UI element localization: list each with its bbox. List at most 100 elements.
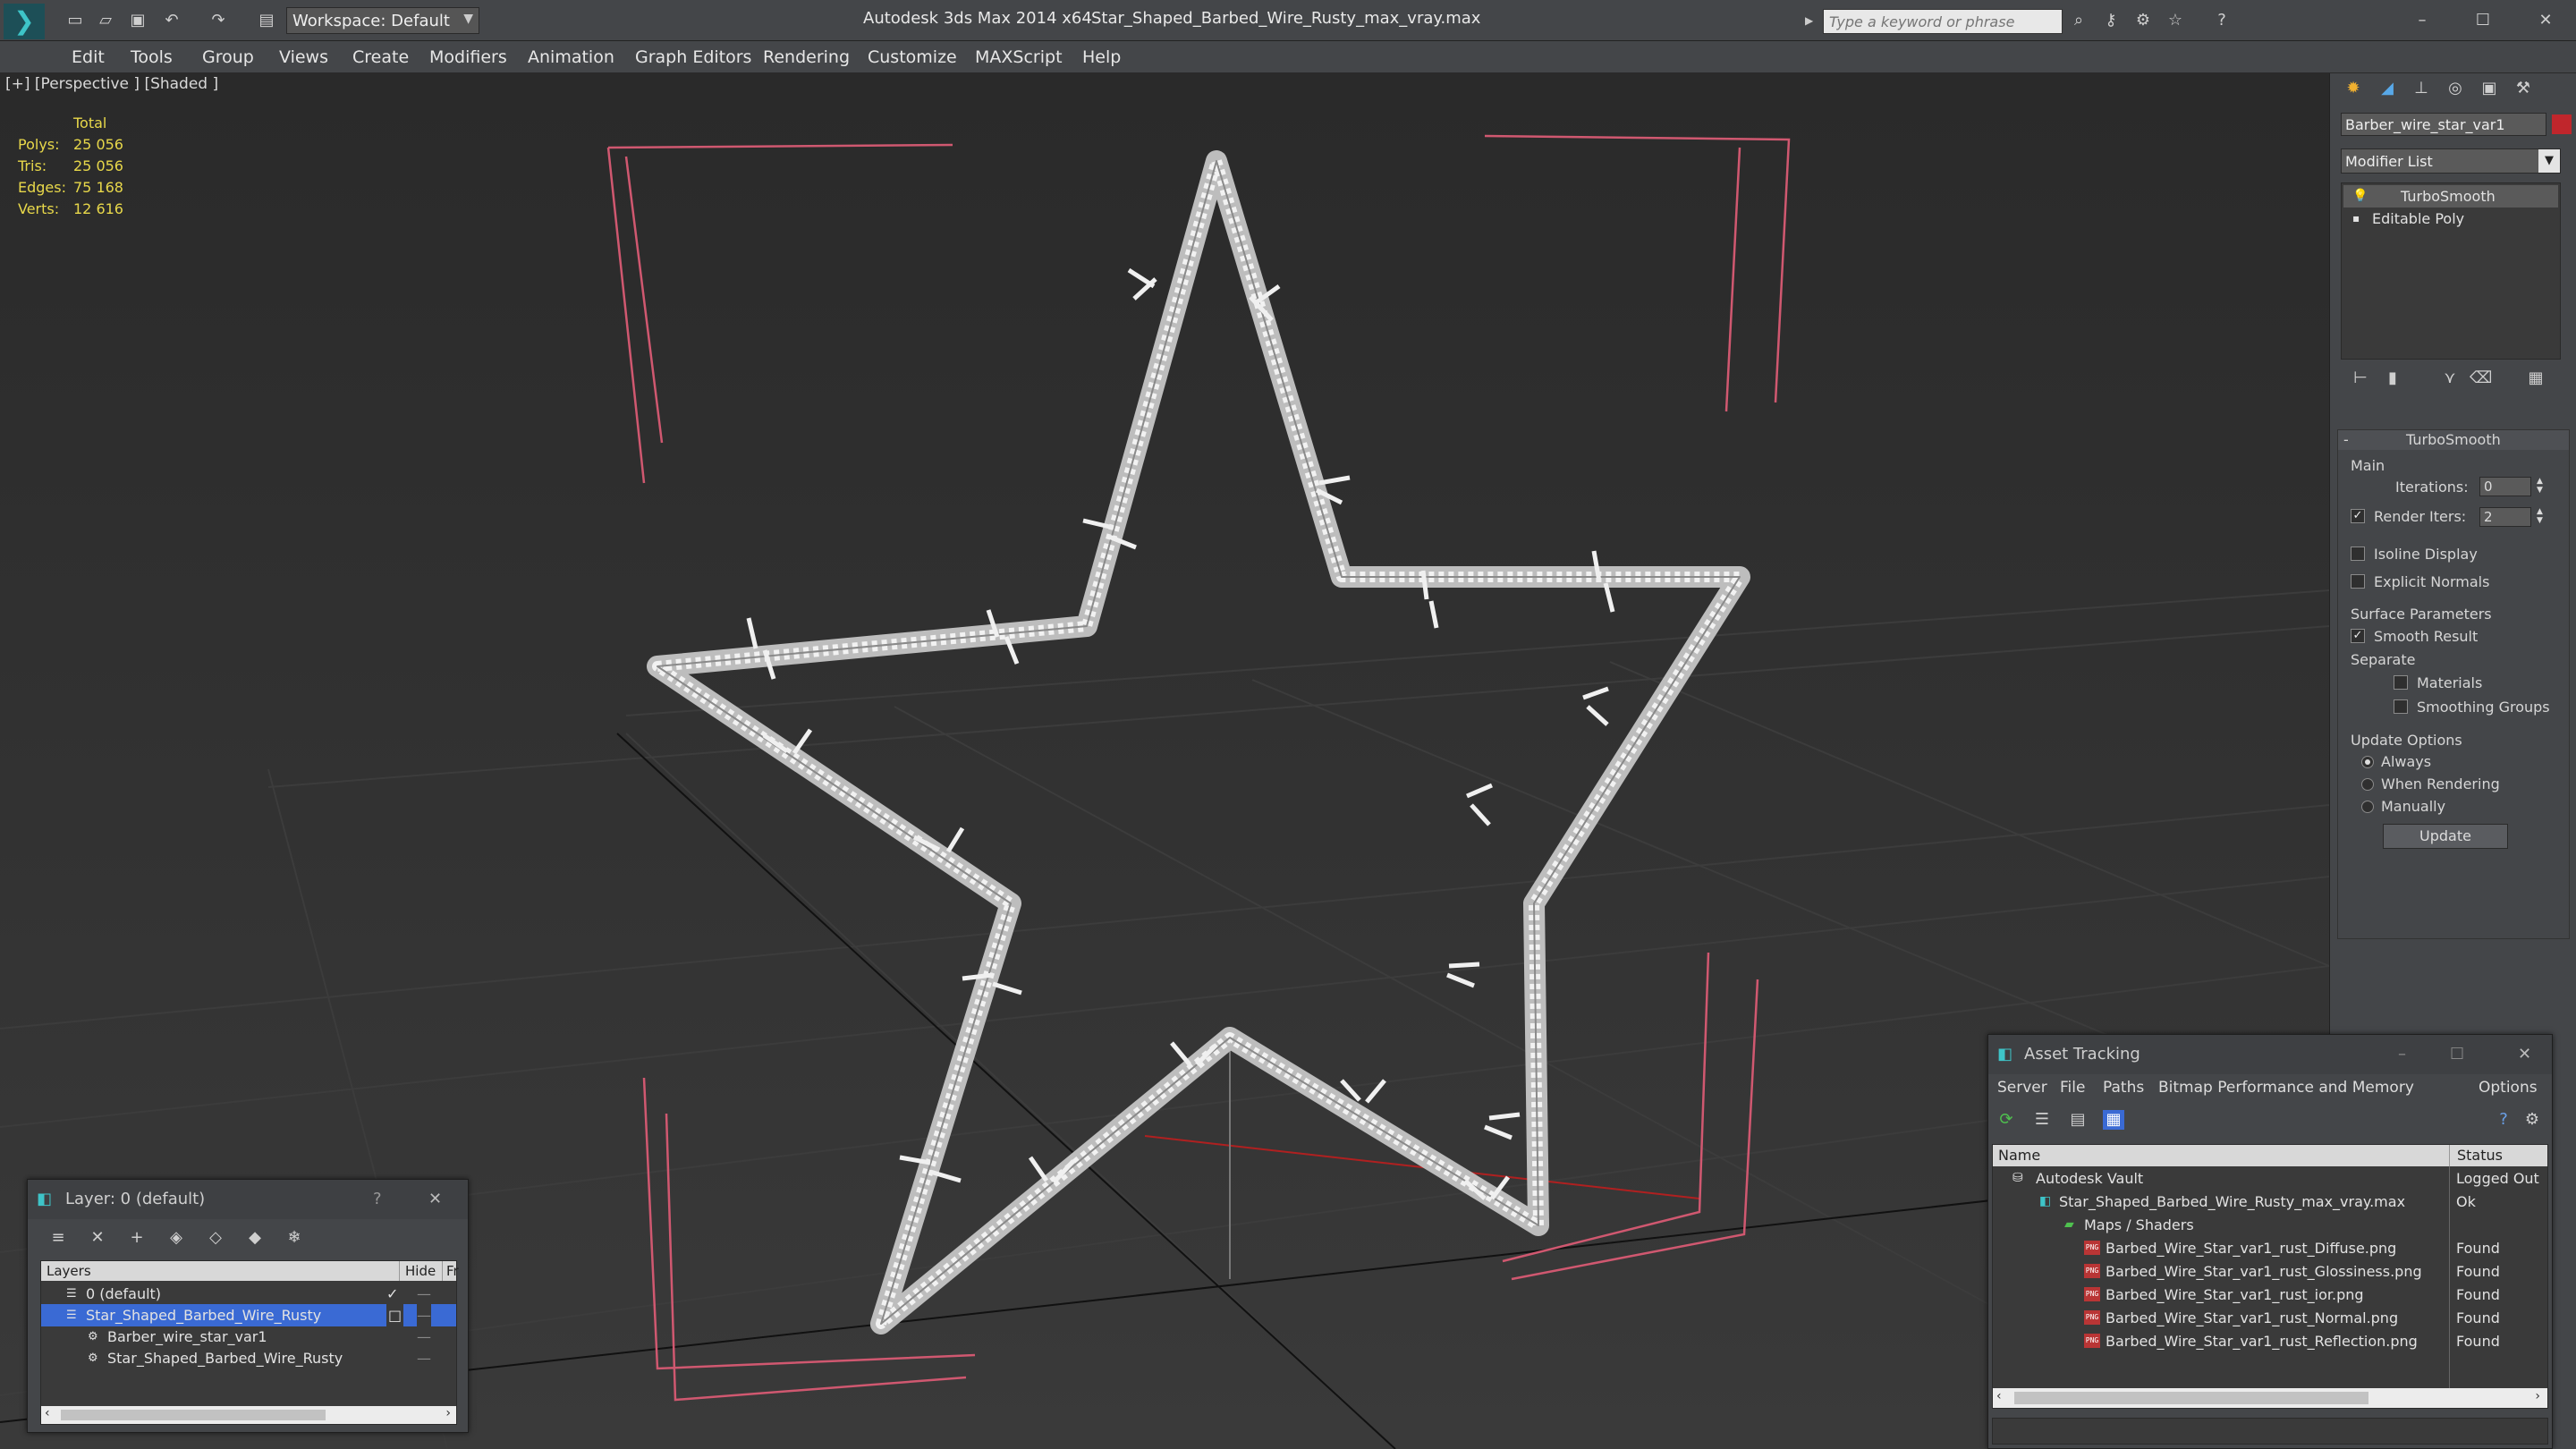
hide-toggle-icon[interactable]: — (417, 1347, 431, 1369)
new-file-icon[interactable]: ▭ (64, 11, 86, 30)
col-name[interactable]: Name (1998, 1145, 2040, 1166)
spinner-arrows-icon[interactable]: ▲ ▼ (2537, 477, 2543, 495)
create-tab-icon[interactable]: ✹ (2343, 79, 2364, 98)
menu-edit[interactable]: Edit (72, 41, 105, 73)
asset-menu-bitmap[interactable]: Bitmap Performance and Memory (2158, 1074, 2414, 1101)
menu-animation[interactable]: Animation (528, 41, 614, 73)
asset-row[interactable]: PNG Barbed_Wire_Star_var1_rust_Diffuse.p… (1993, 1237, 2547, 1259)
asset-row[interactable]: ◧ Star_Shaped_Barbed_Wire_Rusty_max_vray… (1993, 1191, 2547, 1213)
hide-toggle-icon[interactable]: — (417, 1283, 431, 1305)
modify-tab-icon[interactable]: ◢ (2377, 79, 2398, 98)
select-in-layer-icon[interactable]: ◈ (165, 1228, 187, 1248)
scroll-left-icon[interactable]: ‹ (45, 1406, 50, 1420)
expand-icon[interactable]: ▪ (2352, 208, 2360, 230)
scroll-left-icon[interactable]: ‹ (1996, 1389, 2002, 1403)
asset-menu-paths[interactable]: Paths (2103, 1074, 2144, 1101)
configure-sets-icon[interactable]: ▦ (2525, 369, 2546, 388)
maximize-icon[interactable]: ☐ (2450, 1035, 2464, 1074)
menu-rendering[interactable]: Rendering (763, 41, 850, 73)
when-rendering-radio[interactable] (2361, 778, 2374, 791)
menu-help[interactable]: Help (1082, 41, 1121, 73)
remove-modifier-icon[interactable]: ⌫ (2470, 369, 2492, 388)
redo-icon[interactable]: ↷ (208, 11, 229, 30)
asset-row[interactable]: ▰ Maps / Shaders (1993, 1214, 2547, 1236)
menu-graph-editors[interactable]: Graph Editors (635, 41, 751, 73)
scroll-thumb[interactable] (61, 1410, 326, 1420)
always-radio[interactable] (2361, 756, 2374, 768)
menu-tools[interactable]: Tools (131, 41, 173, 73)
scroll-right-icon[interactable]: › (2535, 1389, 2540, 1403)
col-status[interactable]: Status (2449, 1145, 2503, 1166)
hide-toggle-icon[interactable]: — (417, 1326, 431, 1348)
close-icon[interactable]: ✕ (2518, 1035, 2531, 1074)
layer-object-row[interactable]: ⚙ Barber_wire_star_var1 — (41, 1326, 456, 1348)
close-icon[interactable]: ✕ (2535, 11, 2556, 30)
manually-radio[interactable] (2361, 801, 2374, 813)
highlight-layer-icon[interactable]: ◇ (205, 1228, 226, 1248)
make-unique-icon[interactable]: ⋎ (2439, 369, 2461, 388)
layer-object-row[interactable]: ⚙ Star_Shaped_Barbed_Wire_Rusty — (41, 1347, 456, 1369)
help-icon[interactable]: ? (2211, 11, 2233, 30)
motion-tab-icon[interactable]: ◎ (2445, 79, 2466, 98)
rollout-header[interactable]: - TurboSmooth (2338, 430, 2569, 450)
search-input[interactable] (1823, 9, 2063, 34)
menu-maxscript[interactable]: MAXScript (975, 41, 1063, 73)
utilities-tab-icon[interactable]: ⚒ (2512, 79, 2534, 98)
render-iters-spinner[interactable]: 2 (2479, 507, 2531, 527)
add-to-layer-icon[interactable]: + (126, 1228, 148, 1248)
col-freeze[interactable]: Fr (442, 1261, 459, 1281)
close-icon[interactable]: ✕ (428, 1180, 442, 1219)
iterations-spinner[interactable]: 0 (2479, 477, 2531, 496)
undo-icon[interactable]: ↶ (161, 11, 182, 30)
scroll-right-icon[interactable]: › (445, 1406, 451, 1420)
display-tab-icon[interactable]: ▣ (2479, 79, 2500, 98)
asset-row[interactable]: PNG Barbed_Wire_Star_var1_rust_ior.png F… (1993, 1284, 2547, 1306)
modifier-list-dropdown[interactable]: Modifier List ▼ (2341, 148, 2561, 174)
smoothing-groups-checkbox[interactable] (2394, 699, 2408, 714)
asset-window-titlebar[interactable]: ◧ Asset Tracking – ☐ ✕ (1988, 1035, 2552, 1074)
workspace-dropdown[interactable]: Workspace: Default ▼ (286, 7, 479, 34)
save-icon[interactable]: ▣ (127, 11, 148, 30)
table-view-icon[interactable]: ▤ (2067, 1110, 2089, 1130)
maximize-icon[interactable]: ☐ (2472, 11, 2494, 30)
hide-all-layers-icon[interactable]: ◆ (244, 1228, 266, 1248)
explicit-normals-checkbox[interactable] (2351, 574, 2365, 589)
update-button[interactable]: Update (2383, 824, 2508, 849)
layer-checkbox[interactable]: □ (386, 1304, 404, 1326)
list-view-icon[interactable]: ☰ (2031, 1110, 2053, 1130)
isoline-display-checkbox[interactable] (2351, 547, 2365, 561)
col-layers[interactable]: Layers (47, 1261, 91, 1281)
freeze-all-layers-icon[interactable]: ❄ (284, 1228, 305, 1248)
key-icon[interactable]: ⚷ (2100, 11, 2122, 30)
open-file-icon[interactable]: ▱ (95, 11, 116, 30)
menu-modifiers[interactable]: Modifiers (429, 41, 507, 73)
layer-row[interactable]: ☰ 0 (default) ✓ — (41, 1283, 456, 1305)
menu-customize[interactable]: Customize (868, 41, 957, 73)
asset-row[interactable]: ⛁ Autodesk Vault Logged Out (1993, 1167, 2547, 1190)
horizontal-scrollbar[interactable]: ‹ › (1993, 1388, 2547, 1408)
scroll-thumb[interactable] (2014, 1392, 2368, 1404)
show-end-result-icon[interactable]: ▮ (2382, 369, 2403, 388)
refresh-icon[interactable]: ⟳ (1996, 1110, 2017, 1130)
help-icon[interactable]: ? (373, 1180, 382, 1219)
menu-views[interactable]: Views (279, 41, 328, 73)
help-icon[interactable]: ? (2493, 1110, 2514, 1130)
object-color-swatch[interactable] (2552, 114, 2572, 134)
materials-checkbox[interactable] (2394, 675, 2408, 690)
render-iters-checkbox[interactable]: ✓ (2351, 509, 2365, 523)
menu-group[interactable]: Group (202, 41, 254, 73)
layer-row[interactable]: ☰ Star_Shaped_Barbed_Wire_Rusty □ — (41, 1304, 456, 1326)
stack-item-turbosmooth[interactable]: 💡 TurboSmooth (2343, 185, 2558, 208)
create-layer-icon[interactable]: ≡ (47, 1228, 69, 1248)
search-expand-icon[interactable]: ▶ (1805, 11, 1819, 30)
object-name-field[interactable]: Barber_wire_star_var1 (2341, 113, 2546, 136)
active-layer-check-icon[interactable]: ✓ (386, 1283, 398, 1305)
stack-item-editable-poly[interactable]: ▪ Editable Poly (2343, 208, 2558, 230)
asset-menu-options[interactable]: Options (2479, 1074, 2538, 1101)
favorites-star-icon[interactable]: ☆ (2165, 11, 2186, 30)
asset-menu-file[interactable]: File (2060, 1074, 2085, 1101)
modifier-stack[interactable]: 💡 TurboSmooth ▪ Editable Poly (2341, 182, 2561, 360)
hide-toggle-icon[interactable]: — (417, 1304, 431, 1326)
subscription-icon[interactable]: ⚙ (2132, 11, 2154, 30)
asset-menu-server[interactable]: Server (1997, 1074, 2047, 1101)
